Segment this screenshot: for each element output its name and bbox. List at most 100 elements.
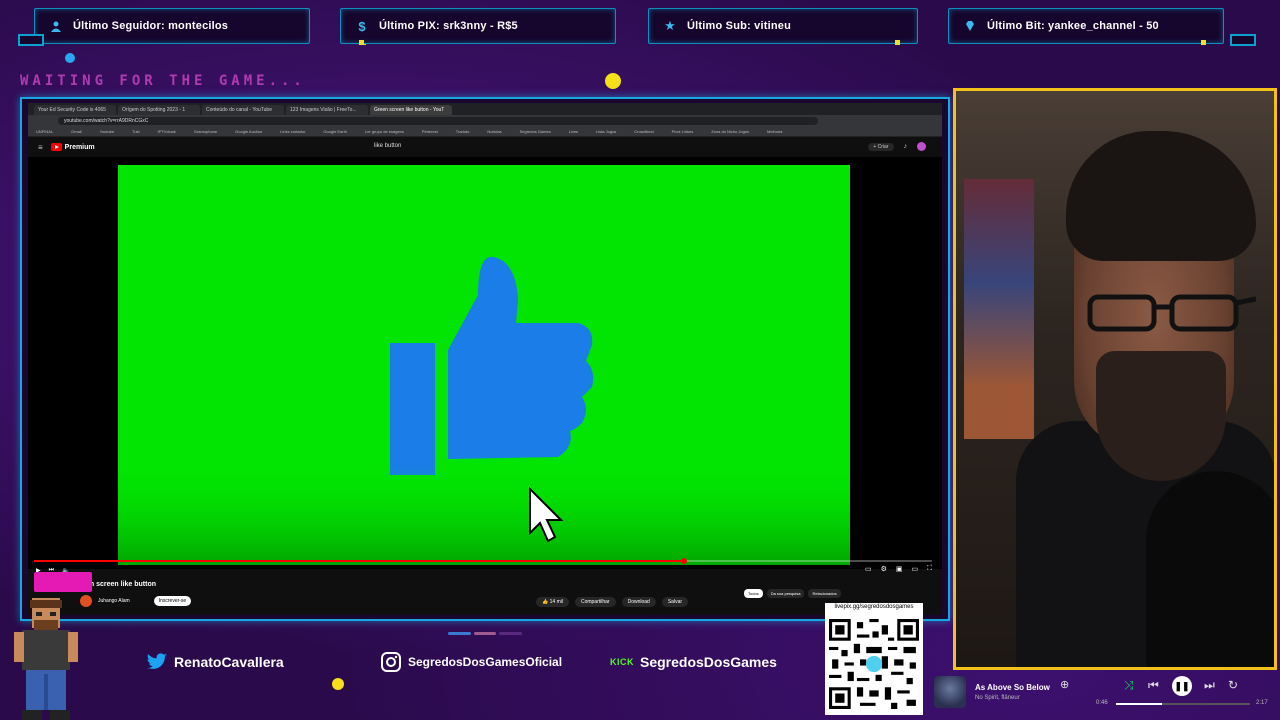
qr-url: livepix.gg/segredosdosgames <box>834 604 914 610</box>
music-progress-bar[interactable] <box>1116 703 1250 705</box>
browser-tab[interactable]: Conteúdo do canal - YouTube <box>202 105 284 115</box>
corner-tag-left <box>18 34 44 46</box>
decor-bar <box>448 632 523 635</box>
bookmark[interactable]: UNFINAL <box>36 129 53 134</box>
bookmark[interactable]: Lista Jogos <box>596 129 616 134</box>
song-title: As Above So Below <box>975 683 1050 692</box>
subscribe-button[interactable]: Inscrever-se <box>153 596 192 606</box>
channel-name[interactable]: Juhango Alam <box>98 598 130 604</box>
bookmark[interactable]: Links cortador <box>280 129 305 134</box>
bookmarks-bar: UNFINAL Gmail Youtube Tukl IPTVcloak Gra… <box>28 127 942 137</box>
channel-row: Juhango Alam Inscrever-se <box>80 595 192 607</box>
kick-handle: SegredosDosGames <box>640 654 777 670</box>
bookmark[interactable]: Google Earth <box>323 129 347 134</box>
avatar[interactable] <box>917 142 926 151</box>
add-icon[interactable]: ⊕ <box>1060 678 1069 691</box>
bookmark[interactable]: Pivot Linkes <box>672 129 694 134</box>
instagram-icon <box>380 651 402 673</box>
user-icon <box>47 17 65 35</box>
bookmark[interactable]: Gramophone <box>194 129 217 134</box>
bookmark[interactable]: Pinterest <box>422 129 438 134</box>
youtube-logo[interactable]: Premium <box>50 143 95 151</box>
album-art <box>934 676 966 708</box>
youtube-play-icon <box>50 143 62 151</box>
chip-related[interactable]: Relacionados <box>808 589 841 598</box>
bookmark[interactable]: Melhoria <box>767 129 782 134</box>
pixel-character <box>14 598 78 720</box>
decor-dot <box>332 678 344 690</box>
theater-icon[interactable]: ▭ <box>911 565 918 573</box>
diamond-icon <box>961 17 979 35</box>
like-button[interactable]: 👍 14 mil <box>536 597 569 607</box>
fullscreen-icon[interactable]: ⛶ <box>927 565 932 573</box>
browser-tab[interactable]: 123 Imagens Visão | FreeTo... <box>286 105 368 115</box>
repeat-icon[interactable]: ↻ <box>1228 678 1238 692</box>
url-input[interactable]: youtube.com/watch?v=rrA9DRnCGxC <box>58 117 818 125</box>
save-button[interactable]: Salvar <box>661 597 689 607</box>
create-label: Criar <box>877 143 889 150</box>
video-progress-knob[interactable] <box>680 558 687 564</box>
qr-code-icon <box>829 619 919 709</box>
browser-tab[interactable]: Orígem do Spotting 2023 - 1 <box>118 105 200 115</box>
previous-icon[interactable]: ⏮ <box>1148 678 1159 693</box>
chip-all[interactable]: Todos <box>744 589 763 598</box>
bookmark[interactable]: Noticias <box>487 129 501 134</box>
duration-time: 2:17 <box>1256 700 1268 706</box>
video-controls-left: ▶ ⏭ 🔈 <box>36 565 936 575</box>
bell-icon[interactable]: ♪ <box>904 143 908 150</box>
create-button[interactable]: + Criar <box>868 142 894 151</box>
browser-tab[interactable]: Your Ed Security Code is 4065 <box>34 105 116 115</box>
bookmark[interactable]: Traduto <box>456 129 470 134</box>
next-track-icon[interactable]: ⏭ <box>1204 678 1215 693</box>
gear-icon[interactable]: ⚙ <box>881 565 887 573</box>
video-progress-bar[interactable] <box>34 558 932 564</box>
captions-icon[interactable]: ▭ <box>865 565 872 573</box>
waiting-text: WAITING FOR THE GAME... <box>20 73 306 89</box>
corner-tag-right <box>1230 34 1256 46</box>
shuffle-icon[interactable]: ⤨ <box>1124 678 1134 693</box>
bookmark[interactable]: IPTVcloak <box>158 129 176 134</box>
menu-icon[interactable]: ≡ <box>38 143 43 152</box>
download-button[interactable]: Download <box>621 597 656 607</box>
green-screen-video <box>118 165 850 565</box>
bookmark[interactable]: Segredos Games <box>520 129 551 134</box>
alert-pix-text: Último PIX: srk3nny - R$5 <box>379 20 518 32</box>
decor-dot <box>65 53 75 63</box>
social-instagram: SegredosDosGamesOficial <box>380 647 562 677</box>
search-input[interactable]: like button <box>374 143 401 149</box>
star-icon: ★ <box>664 18 676 33</box>
social-twitter: RenatoCavallera <box>146 647 284 677</box>
pause-button[interactable]: ❚❚ <box>1172 676 1192 696</box>
header-icons: + Criar ♪ <box>868 142 926 151</box>
chip-search[interactable]: Da sua pesquisa <box>766 589 805 598</box>
like-icon <box>118 256 850 565</box>
bookmark[interactable]: Gmail <box>71 129 81 134</box>
alert-follower-text: Último Seguidor: montecilos <box>73 20 229 32</box>
instagram-handle: SegredosDosGamesOficial <box>408 655 563 669</box>
bookmark[interactable]: Tukl <box>132 129 139 134</box>
bookmark[interactable]: Lives <box>569 129 578 134</box>
share-button[interactable]: Compartilhar <box>574 597 616 607</box>
bookmark[interactable]: Crowdfund <box>634 129 653 134</box>
bookmark[interactable]: Youtube <box>100 129 115 134</box>
video-player[interactable] <box>28 157 942 569</box>
kick-icon: KICK <box>610 657 634 667</box>
social-kick: KICK SegredosDosGames <box>610 647 777 677</box>
video-actions: 👍 14 mil Compartilhar Download Salvar <box>536 597 689 607</box>
glasses-icon <box>1087 294 1256 332</box>
mini-logo <box>34 572 92 592</box>
song-artist: No Spirit, flâneur <box>975 695 1020 701</box>
elapsed-time: 0:46 <box>1096 700 1108 706</box>
alert-pix: $ Último PIX: srk3nny - R$5 <box>340 8 616 45</box>
alert-dot <box>1201 40 1206 45</box>
miniplayer-icon[interactable]: ▣ <box>896 565 903 573</box>
bookmark[interactable]: Ler grupo de imagens <box>365 129 404 134</box>
bookmark[interactable]: Zona do Nicho Jogos <box>711 129 749 134</box>
qr-code-panel: livepix.gg/segredosdosgames <box>825 603 923 715</box>
bookmark[interactable]: Google Auction <box>235 129 262 134</box>
webcam-frame <box>953 88 1277 670</box>
browser-tab-active[interactable]: Green screen like button - YouT <box>370 105 452 115</box>
webcam-person-beard <box>1096 351 1226 481</box>
music-progress-fill <box>1116 703 1162 705</box>
dollar-icon: $ <box>358 18 366 34</box>
